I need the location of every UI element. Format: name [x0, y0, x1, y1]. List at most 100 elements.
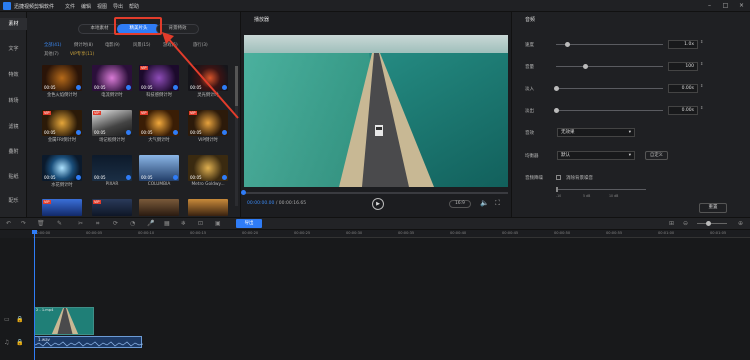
delete-icon[interactable]: 🗑 — [37, 220, 45, 227]
download-icon[interactable] — [76, 130, 81, 135]
tab-effects[interactable]: 特效 — [0, 69, 27, 81]
seek-handle[interactable] — [241, 190, 246, 195]
fullscreen-icon[interactable]: ⛶ — [495, 199, 500, 208]
category-scenery[interactable]: 风景(15) — [133, 42, 150, 48]
custom-equalizer-button[interactable]: 自定义 — [645, 151, 668, 160]
template-thumbnail[interactable]: 00:05 — [92, 65, 132, 91]
freeze-icon[interactable]: ❄ — [181, 220, 186, 227]
volume-stepper-icon[interactable]: ⇕ — [700, 61, 703, 66]
template-thumbnail[interactable] — [188, 199, 228, 216]
play-button[interactable]: ▶ — [372, 198, 384, 210]
fade-out-stepper-icon[interactable]: ⇕ — [700, 105, 703, 110]
lock-icon[interactable]: 🔒 — [16, 316, 23, 323]
category-movie[interactable]: 电影(9) — [105, 42, 120, 48]
template-thumbnail[interactable]: 00:05 — [42, 65, 82, 91]
fade-in-slider[interactable] — [556, 88, 663, 89]
zoom-slider[interactable] — [697, 223, 727, 224]
speed-slider[interactable] — [556, 44, 663, 45]
denoise-slider[interactable] — [556, 189, 646, 190]
zoom-out-icon[interactable]: ⊖ — [683, 220, 688, 227]
zoom-slider-knob[interactable] — [706, 221, 711, 226]
tab-overlay[interactable]: 叠附 — [0, 146, 27, 158]
edit-icon[interactable]: ✎ — [57, 220, 62, 227]
audio-clip[interactable] — [34, 336, 144, 348]
category-other[interactable]: 其他(7) — [44, 51, 59, 57]
volume-icon[interactable]: 🔈 — [480, 199, 489, 207]
fade-out-slider[interactable] — [556, 110, 663, 111]
tab-stickers[interactable]: 贴纸 — [0, 171, 27, 183]
speed-slider-knob[interactable] — [565, 42, 570, 47]
menu-export[interactable]: 导出 — [113, 3, 123, 10]
undo-icon[interactable]: ↶ — [6, 220, 11, 227]
download-icon[interactable] — [126, 85, 131, 90]
fade-in-slider-knob[interactable] — [554, 86, 559, 91]
denoise-checkbox[interactable] — [556, 175, 561, 180]
voice-change-select[interactable]: 无效果 ▾ — [557, 128, 635, 137]
rotate-icon[interactable]: ⟳ — [113, 220, 118, 227]
record-icon[interactable]: ▣ — [215, 220, 221, 227]
close-icon[interactable]: × — [737, 2, 746, 10]
download-icon[interactable] — [76, 175, 81, 180]
template-thumbnail[interactable] — [139, 199, 179, 216]
speed-icon[interactable]: ◔ — [130, 220, 135, 227]
template-thumbnail[interactable]: 00:05 — [139, 155, 179, 181]
template-thumbnail[interactable]: 00:05 — [92, 155, 132, 181]
template-thumbnail[interactable]: 00:05 — [42, 155, 82, 181]
split-icon[interactable]: ✂ — [78, 220, 83, 227]
volume-slider-knob[interactable] — [583, 64, 588, 69]
minimize-icon[interactable]: – — [705, 2, 714, 10]
fade-in-input[interactable]: 0.00s — [668, 84, 698, 93]
menu-view[interactable]: 视图 — [97, 3, 107, 10]
template-thumbnail[interactable]: VIP — [92, 199, 132, 216]
screenshot-icon[interactable]: ⊡ — [198, 220, 203, 227]
category-countdown[interactable]: 倒计时(8) — [74, 42, 93, 48]
mic-icon[interactable]: 🎤 — [147, 220, 154, 227]
video-preview[interactable] — [244, 35, 508, 187]
menu-file[interactable]: 文件 — [65, 3, 75, 10]
tab-transitions[interactable]: 转场 — [0, 95, 27, 107]
fit-icon[interactable]: ⊞ — [669, 220, 674, 227]
crop-icon[interactable]: ⌗ — [96, 220, 99, 228]
speed-stepper-icon[interactable]: ⇕ — [700, 39, 703, 44]
download-icon[interactable] — [173, 130, 178, 135]
tab-filters[interactable]: 滤镜 — [0, 121, 27, 133]
fade-in-stepper-icon[interactable]: ⇕ — [700, 83, 703, 88]
zoom-in-icon[interactable]: ⊕ — [738, 220, 743, 227]
menu-edit[interactable]: 编辑 — [81, 3, 91, 10]
mosaic-icon[interactable]: ▦ — [164, 220, 170, 227]
redo-icon[interactable]: ↷ — [21, 220, 26, 227]
denoise-slider-knob[interactable] — [556, 187, 558, 192]
equalizer-select[interactable]: 默认 ▾ — [557, 151, 635, 160]
download-icon[interactable] — [222, 175, 227, 180]
volume-slider[interactable] — [556, 66, 663, 67]
download-icon[interactable] — [222, 130, 227, 135]
aspect-ratio-select[interactable]: 16:9 — [449, 200, 471, 208]
reset-button[interactable]: 重置 — [699, 203, 727, 213]
fade-out-slider-knob[interactable] — [554, 108, 559, 113]
template-thumbnail[interactable]: VIP 00:05 — [92, 110, 132, 136]
seek-bar[interactable] — [244, 192, 508, 194]
template-thumbnail[interactable]: VIP 00:05 — [42, 110, 82, 136]
template-thumbnail[interactable]: VIP — [42, 199, 82, 216]
playhead-handle[interactable] — [32, 230, 37, 234]
volume-input[interactable]: 100 — [668, 62, 698, 71]
maximize-icon[interactable]: □ — [721, 2, 730, 10]
lock-icon[interactable]: 🔒 — [16, 339, 23, 346]
download-icon[interactable] — [76, 85, 81, 90]
speed-label: 速度 — [525, 43, 534, 48]
tab-music[interactable]: 配乐 — [0, 195, 27, 207]
fade-out-input[interactable]: 0.00s — [668, 106, 698, 115]
export-button[interactable]: 导出 — [236, 219, 262, 228]
download-icon[interactable] — [126, 175, 131, 180]
playhead[interactable] — [34, 230, 35, 360]
download-icon[interactable] — [126, 130, 131, 135]
download-icon[interactable] — [173, 175, 178, 180]
category-all[interactable]: 全部(41) — [44, 42, 61, 48]
menu-help[interactable]: 帮助 — [129, 3, 139, 10]
tab-media[interactable]: 素材 — [0, 18, 27, 30]
template-thumbnail[interactable]: 00:05 — [188, 155, 228, 181]
speed-input[interactable]: 1.0x — [668, 40, 698, 49]
tab-text[interactable]: 文字 — [0, 43, 27, 55]
category-vip[interactable]: VIP专享(11) — [70, 51, 94, 57]
ruler-tick: 00:00:40 — [450, 231, 467, 235]
